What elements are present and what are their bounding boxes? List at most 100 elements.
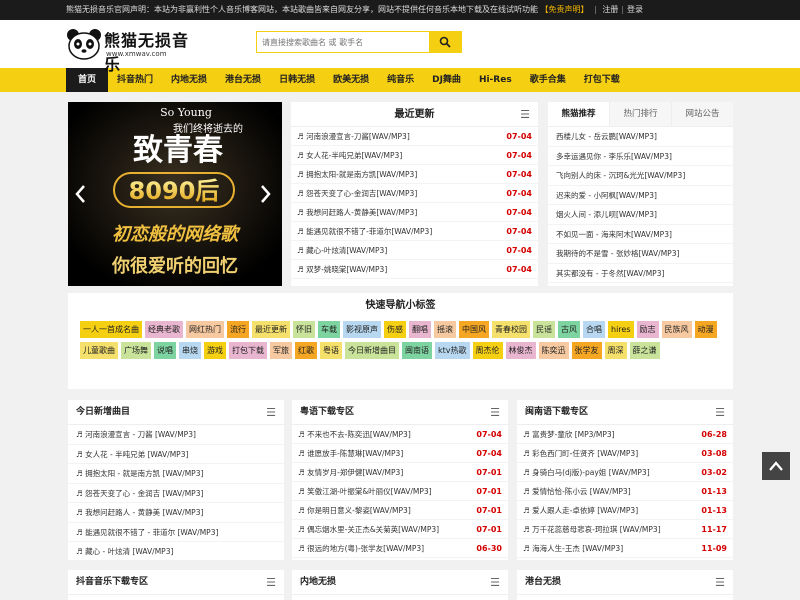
song-title[interactable]: ♬ 万千花蕊慈母悲哀-珂拉琪 [WAV/MP3] bbox=[523, 520, 661, 538]
nav-instrumental[interactable]: 纯音乐 bbox=[378, 68, 423, 92]
song-title[interactable]: ♬ 爱人跟人走-卓依婷 [WAV/MP3] bbox=[523, 501, 638, 519]
list-item[interactable]: ♬ 藏心-叶炫清[WAV/MP3] 07-04 bbox=[291, 241, 538, 260]
nav-hires[interactable]: Hi-Res bbox=[470, 68, 521, 92]
list-item[interactable]: 多幸运遇见你 - 李乐乐[WAV/MP3] bbox=[548, 147, 733, 166]
nav-hktw[interactable]: 港台无损 bbox=[216, 68, 270, 92]
list-item[interactable]: ♬ 你是明日意义-黎姿[WAV/MP3] 07-01 bbox=[292, 501, 508, 520]
tag-link[interactable]: 打包下载 bbox=[229, 342, 267, 359]
nav-artists[interactable]: 歌手合集 bbox=[521, 68, 575, 92]
list-item[interactable]: 烟火人间 - 添儿呗[WAV/MP3] bbox=[548, 205, 733, 225]
search-button[interactable] bbox=[429, 32, 461, 52]
tag-link[interactable]: 翻唱 bbox=[409, 321, 431, 338]
tag-link[interactable]: 红歌 bbox=[295, 342, 317, 359]
tag-link[interactable]: 串烧 bbox=[179, 342, 201, 359]
list-item[interactable]: ♬ 怨苍天变了心-金润吉[WAV/MP3] 07-04 bbox=[291, 184, 538, 203]
tab-notice[interactable]: 网站公告 bbox=[671, 102, 733, 126]
song-title[interactable]: ♬ 你是明日意义-黎姿[WAV/MP3] bbox=[298, 501, 411, 519]
banner-slider[interactable]: So Young 我们终将逝去的 致青春 8090后 初恋般的网络歌 你很爱听的… bbox=[68, 102, 282, 286]
song-title[interactable]: ♬ 谁愿放手-陈慧琳[WAV/MP3] bbox=[298, 444, 403, 462]
tag-link[interactable]: 动漫 bbox=[694, 321, 717, 338]
list-item[interactable]: ♬ 双梦-姚晓棠[WAV/MP3] 07-04 bbox=[291, 260, 538, 279]
tag-link[interactable]: 流行 bbox=[227, 321, 249, 338]
list-item[interactable]: ♬ 友情岁月-郑伊健[WAV/MP3] 07-01 bbox=[292, 463, 508, 482]
tag-link[interactable]: 闽南语 bbox=[402, 342, 432, 359]
tag-link[interactable]: 粤语 bbox=[320, 342, 342, 359]
tag-link[interactable]: 车载 bbox=[318, 321, 340, 338]
list-item[interactable]: 飞向别人的床 - 沉珂&光光[WAV/MP3] bbox=[548, 166, 733, 186]
list-item[interactable]: ♬ 不来也不去-陈奕迅[WAV/MP3] 07-04 bbox=[292, 425, 508, 444]
nav-dj[interactable]: DJ舞曲 bbox=[423, 68, 470, 92]
list-item[interactable]: ♬ 怨苍天变了心 - 金润吉 [WAV/MP3] bbox=[68, 484, 284, 503]
register-link[interactable]: 注册 bbox=[602, 5, 618, 14]
list-menu-icon[interactable]: ☰ bbox=[490, 400, 500, 425]
tag-link[interactable]: ktv热歌 bbox=[435, 342, 470, 359]
list-menu-icon[interactable]: ☰ bbox=[266, 400, 276, 425]
back-to-top-button[interactable] bbox=[762, 452, 790, 480]
search-input[interactable] bbox=[257, 32, 429, 52]
song-title[interactable]: ♬ 藏心-叶炫清[WAV/MP3] bbox=[297, 241, 387, 259]
song-title[interactable]: ♬ 富贵梦-童欣 [MP3/MP3] bbox=[523, 425, 615, 443]
song-title[interactable]: ♬ 笑傲江湖-叶振棠&叶丽仪[WAV/MP3] bbox=[298, 482, 432, 500]
song-title[interactable]: ♬ 彩色西门町-任贤齐 [WAV/MP3] bbox=[523, 444, 638, 462]
tag-link[interactable]: 最近更新 bbox=[252, 321, 290, 338]
list-item[interactable]: ♬ 身骑白马(dj版)-pay姐 [WAV/MP3] 03-02 bbox=[517, 463, 733, 482]
tag-link[interactable]: 一人一首成名曲 bbox=[80, 321, 142, 338]
tag-link[interactable]: 说唱 bbox=[154, 342, 176, 359]
tag-link[interactable]: 伤感 bbox=[384, 321, 406, 338]
list-item[interactable]: 迟来的爱 - 小阿枫[WAV/MP3] bbox=[548, 186, 733, 205]
tag-link[interactable]: 周深 bbox=[604, 342, 627, 359]
tag-link[interactable]: 薛之谦 bbox=[629, 342, 660, 359]
tag-link[interactable]: 摇滚 bbox=[434, 321, 456, 338]
tag-link[interactable]: 广场舞 bbox=[121, 342, 151, 359]
song-title[interactable]: ♬ 女人花-半吨兄弟[WAV/MP3] bbox=[297, 146, 402, 164]
song-title[interactable]: ♬ 我想问赶路人-黄静美[WAV/MP3] bbox=[297, 203, 417, 221]
list-item[interactable]: ♬ 富贵梦-童欣 [MP3/MP3] 06-28 bbox=[517, 425, 733, 444]
tag-link[interactable]: 林俊杰 bbox=[505, 342, 536, 359]
tag-link[interactable]: 经典老歌 bbox=[145, 321, 183, 338]
song-title[interactable]: ♬ 怨苍天变了心-金润吉[WAV/MP3] bbox=[297, 184, 417, 202]
list-menu-icon[interactable]: ☰ bbox=[715, 400, 725, 425]
tag-link[interactable]: 中国风 bbox=[459, 321, 489, 338]
list-item[interactable]: 西楼儿女 - 岳云鹏[WAV/MP3] bbox=[548, 127, 733, 147]
list-item[interactable]: ♬ 谁愿放手-陈慧琳[WAV/MP3] 07-04 bbox=[292, 444, 508, 463]
list-item[interactable]: ♬ 偶忘烟水里-关正杰&关菊英[WAV/MP3] 07-01 bbox=[292, 520, 508, 539]
tag-link[interactable]: 网红热门 bbox=[186, 321, 224, 338]
tag-link[interactable]: 游戏 bbox=[204, 342, 226, 359]
tag-link[interactable]: 张学友 bbox=[571, 342, 602, 359]
song-title[interactable]: ♬ 双梦-姚晓棠[WAV/MP3] bbox=[297, 260, 387, 278]
tab-hot[interactable]: 热门排行 bbox=[609, 102, 671, 126]
list-menu-icon[interactable]: ☰ bbox=[266, 570, 276, 595]
song-title[interactable]: ♬ 不来也不去-陈奕迅[WAV/MP3] bbox=[298, 425, 411, 443]
site-logo[interactable]: 熊猫无损音乐 www.xmwav.com bbox=[66, 24, 201, 74]
song-title[interactable]: ♬ 拥抱太阳-就是南方凯[WAV/MP3] bbox=[297, 165, 417, 183]
tag-link[interactable]: hires bbox=[608, 321, 634, 338]
list-item[interactable]: ♬ 拥抱太阳-就是南方凯[WAV/MP3] 07-04 bbox=[291, 165, 538, 184]
list-item[interactable]: ♬ 我想问赶路人 - 黄静美 [WAV/MP3] bbox=[68, 503, 284, 523]
tag-link[interactable]: 民族风 bbox=[661, 321, 692, 338]
tag-link[interactable]: 励志 bbox=[636, 321, 659, 338]
list-item[interactable]: ♬ 爱人跟人走-卓依婷 [WAV/MP3] 01-13 bbox=[517, 501, 733, 520]
login-link[interactable]: 登录 bbox=[627, 5, 643, 14]
tab-recommend[interactable]: 熊猫推荐 bbox=[548, 102, 609, 126]
list-item[interactable]: 我期待的不是雪 - 张妙格[WAV/MP3] bbox=[548, 244, 733, 264]
list-item[interactable]: ♬ 海海人生-王杰 [WAV/MP3] 11-09 bbox=[517, 539, 733, 558]
list-item[interactable]: ♬ 很远的地方(粤)-张学友[WAV/MP3] 06-30 bbox=[292, 539, 508, 558]
song-title[interactable]: ♬ 爱情恰恰-陈小云 [WAV/MP3] bbox=[523, 482, 631, 500]
list-item[interactable]: ♬ 能遇见就很不错了-菲道尔[WAV/MP3] 07-04 bbox=[291, 222, 538, 241]
song-title[interactable]: ♬ 友情岁月-郑伊健[WAV/MP3] bbox=[298, 463, 403, 481]
list-item[interactable]: ♬ 笑傲江湖-叶振棠&叶丽仪[WAV/MP3] 07-01 bbox=[292, 482, 508, 501]
tag-link[interactable]: 周杰伦 bbox=[472, 342, 503, 359]
nav-western[interactable]: 欧美无损 bbox=[324, 68, 378, 92]
list-item[interactable]: ♬ 河南浪漫宣言-刀酱[WAV/MP3] 07-04 bbox=[291, 127, 538, 146]
list-item[interactable]: ♬ 彩色西门町-任贤齐 [WAV/MP3] 03-08 bbox=[517, 444, 733, 463]
song-title[interactable]: ♬ 身骑白马(dj版)-pay姐 [WAV/MP3] bbox=[523, 463, 650, 481]
tag-link[interactable]: 儿童歌曲 bbox=[80, 342, 118, 359]
nav-home[interactable]: 首页 bbox=[66, 68, 109, 92]
list-item[interactable]: ♬ 能遇见就很不错了 - 菲道尔 [WAV/MP3] bbox=[68, 523, 284, 542]
tag-link[interactable]: 影视原声 bbox=[343, 321, 381, 338]
list-item[interactable]: ♬ 万千花蕊慈母悲哀-珂拉琪 [WAV/MP3] 11-17 bbox=[517, 520, 733, 539]
tag-link[interactable]: 今日新增曲目 bbox=[345, 342, 399, 359]
song-title[interactable]: ♬ 能遇见就很不错了-菲道尔[WAV/MP3] bbox=[297, 222, 432, 240]
tag-link[interactable]: 青春校园 bbox=[492, 321, 530, 338]
list-menu-icon[interactable]: ☰ bbox=[490, 570, 500, 595]
